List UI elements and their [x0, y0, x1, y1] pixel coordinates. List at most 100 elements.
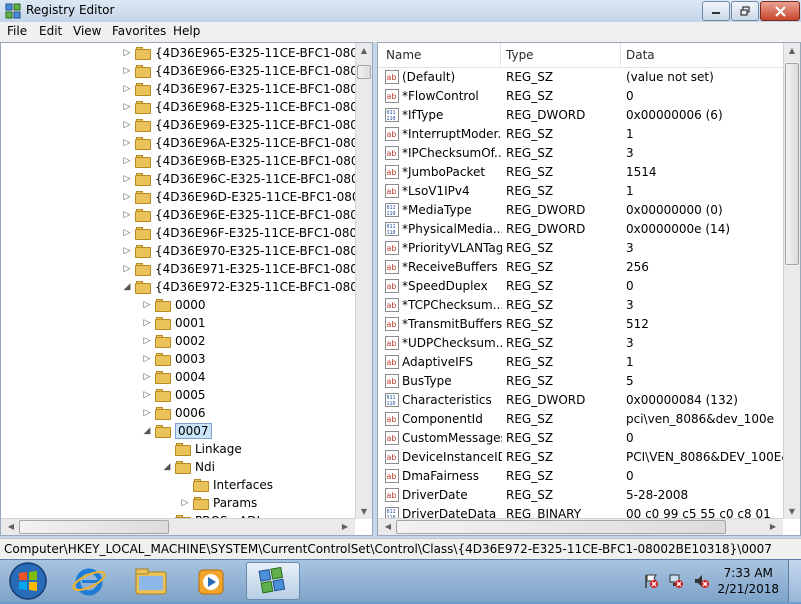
- volume-muted-icon[interactable]: [693, 573, 709, 589]
- list-hscroll-thumb[interactable]: [396, 520, 726, 534]
- tree-node-subkey[interactable]: ▷ 0006: [141, 404, 206, 422]
- tree-node-selected[interactable]: ◢ 0007: [141, 422, 212, 440]
- expand-arrow-icon[interactable]: ▷: [121, 174, 133, 184]
- menu-file[interactable]: File: [7, 24, 27, 38]
- expand-arrow-icon[interactable]: ▷: [141, 318, 153, 328]
- value-row[interactable]: ab *TCPChecksum... REG_SZ 3: [378, 296, 785, 315]
- scroll-down-icon[interactable]: ▼: [784, 507, 800, 516]
- expand-arrow-icon[interactable]: ▷: [121, 228, 133, 238]
- expand-arrow-icon[interactable]: ▷: [141, 372, 153, 382]
- tree-node-class-key[interactable]: ▷ {4D36E96B-E325-11CE-BFC1-08002BE1: [121, 152, 372, 170]
- expand-arrow-icon[interactable]: ▷: [121, 120, 133, 130]
- value-row[interactable]: 011 110 *IfType REG_DWORD 0x00000006 (6): [378, 106, 785, 125]
- close-button[interactable]: [760, 1, 800, 21]
- collapse-arrow-icon[interactable]: ◢: [141, 426, 153, 436]
- value-row[interactable]: ab *UDPChecksum... REG_SZ 3: [378, 334, 785, 353]
- expand-arrow-icon[interactable]: ▷: [141, 390, 153, 400]
- expand-arrow-icon[interactable]: ▷: [121, 192, 133, 202]
- action-center-flag-icon[interactable]: [643, 573, 659, 589]
- value-row[interactable]: ab *JumboPacket REG_SZ 1514: [378, 163, 785, 182]
- value-row[interactable]: ab DeviceInstanceID REG_SZ PCI\VEN_8086&DEV…: [378, 448, 785, 467]
- restore-button[interactable]: [731, 1, 759, 21]
- value-row[interactable]: 011 110 *PhysicalMedia... REG_DWORD 0x000000…: [378, 220, 785, 239]
- expand-arrow-icon[interactable]: ▷: [141, 408, 153, 418]
- value-row[interactable]: 011 110 Characteristics REG_DWORD 0x00000084…: [378, 391, 785, 410]
- taskbar-internet-explorer[interactable]: [62, 562, 116, 600]
- expand-arrow-icon[interactable]: ▷: [121, 246, 133, 256]
- expand-arrow-icon[interactable]: ▷: [121, 138, 133, 148]
- list-horizontal-scrollbar[interactable]: ◀ ▶: [378, 518, 783, 535]
- expand-arrow-icon[interactable]: ▷: [121, 102, 133, 112]
- scroll-down-icon[interactable]: ▼: [356, 507, 372, 516]
- scroll-left-icon[interactable]: ◀: [3, 522, 19, 531]
- column-divider[interactable]: [620, 43, 621, 67]
- value-row[interactable]: ab *TransmitBuffers REG_SZ 512: [378, 315, 785, 334]
- value-row[interactable]: ab *IPChecksumOf... REG_SZ 3: [378, 144, 785, 163]
- expand-arrow-icon[interactable]: ▷: [141, 300, 153, 310]
- tree-node-class-key[interactable]: ▷ {4D36E969-E325-11CE-BFC1-08002BE1: [121, 116, 372, 134]
- tree-node-interfaces[interactable]: Interfaces: [179, 476, 273, 494]
- value-row[interactable]: ab *LsoV1IPv4 REG_SZ 1: [378, 182, 785, 201]
- list-vscroll-thumb[interactable]: [785, 63, 799, 265]
- scroll-left-icon[interactable]: ◀: [380, 522, 396, 531]
- list-vertical-scrollbar[interactable]: ▲ ▼: [783, 43, 800, 519]
- expand-arrow-icon[interactable]: ▷: [121, 48, 133, 58]
- scroll-right-icon[interactable]: ▶: [765, 522, 781, 531]
- value-row[interactable]: ab DriverDate REG_SZ 5-28-2008: [378, 486, 785, 505]
- tree-node-subkey[interactable]: ▷ 0005: [141, 386, 206, 404]
- value-row[interactable]: ab *InterruptModer... REG_SZ 1: [378, 125, 785, 144]
- tree-vertical-scrollbar[interactable]: ▲ ▼: [355, 43, 372, 519]
- tree-node-class-key[interactable]: ▷ {4D36E96A-E325-11CE-BFC1-08002BE1: [121, 134, 372, 152]
- tree-node-ndi[interactable]: ◢ Ndi: [161, 458, 215, 476]
- value-row[interactable]: ab (Default) REG_SZ (value not set): [378, 68, 785, 87]
- menu-help[interactable]: Help: [173, 24, 200, 38]
- value-row[interactable]: ab CustomMessages REG_SZ 0: [378, 429, 785, 448]
- value-row[interactable]: ab BusType REG_SZ 5: [378, 372, 785, 391]
- value-row[interactable]: ab AdaptiveIFS REG_SZ 1: [378, 353, 785, 372]
- value-row[interactable]: ab *FlowControl REG_SZ 0: [378, 87, 785, 106]
- value-row[interactable]: 011 110 *MediaType REG_DWORD 0x00000000 (0): [378, 201, 785, 220]
- expand-arrow-icon[interactable]: ▷: [121, 156, 133, 166]
- expand-arrow-icon[interactable]: ▷: [121, 66, 133, 76]
- minimize-button[interactable]: [702, 1, 730, 21]
- expand-arrow-icon[interactable]: ▷: [141, 354, 153, 364]
- column-divider[interactable]: [500, 43, 501, 67]
- column-header-name[interactable]: Name: [386, 48, 421, 62]
- system-clock[interactable]: 7:33 AM 2/21/2018: [717, 565, 779, 597]
- tree-node-class-key[interactable]: ▷ {4D36E96C-E325-11CE-BFC1-08002BE1: [121, 170, 372, 188]
- expand-arrow-icon[interactable]: ▷: [141, 336, 153, 346]
- menu-favorites[interactable]: Favorites: [112, 24, 166, 38]
- tree-node-class-key[interactable]: ▷ {4D36E966-E325-11CE-BFC1-08002BE1: [121, 62, 372, 80]
- tree-node-class-key[interactable]: ◢ {4D36E972-E325-11CE-BFC1-08002BE1: [121, 278, 372, 296]
- title-bar[interactable]: Registry Editor: [0, 0, 801, 22]
- tree-node-class-key[interactable]: ▷ {4D36E96E-E325-11CE-BFC1-08002BE1: [121, 206, 372, 224]
- expand-arrow-icon[interactable]: ▷: [121, 84, 133, 94]
- collapse-arrow-icon[interactable]: ◢: [161, 462, 173, 472]
- column-header-data[interactable]: Data: [626, 48, 655, 62]
- tree-hscroll-thumb[interactable]: [19, 520, 169, 534]
- tree-node-subkey[interactable]: ▷ 0000: [141, 296, 206, 314]
- scroll-up-icon[interactable]: ▲: [356, 46, 372, 55]
- value-row[interactable]: ab *SpeedDuplex REG_SZ 0: [378, 277, 785, 296]
- tree-node-class-key[interactable]: ▷ {4D36E965-E325-11CE-BFC1-08002BE1: [121, 44, 372, 62]
- tree-node-class-key[interactable]: ▷ {4D36E971-E325-11CE-BFC1-08002BE1: [121, 260, 372, 278]
- menu-edit[interactable]: Edit: [39, 24, 62, 38]
- tree-node-class-key[interactable]: ▷ {4D36E968-E325-11CE-BFC1-08002BE1: [121, 98, 372, 116]
- expand-arrow-icon[interactable]: ▷: [121, 264, 133, 274]
- expand-arrow-icon[interactable]: ▷: [121, 210, 133, 220]
- collapse-arrow-icon[interactable]: ◢: [121, 282, 133, 292]
- menu-view[interactable]: View: [73, 24, 101, 38]
- tree-node-params[interactable]: ▷ Params: [179, 494, 258, 512]
- taskbar-registry-editor[interactable]: [246, 562, 300, 600]
- taskbar-file-explorer[interactable]: [124, 562, 178, 600]
- tree-node-class-key[interactable]: ▷ {4D36E967-E325-11CE-BFC1-08002BE1: [121, 80, 372, 98]
- column-header-type[interactable]: Type: [506, 48, 534, 62]
- value-row[interactable]: ab *PriorityVLANTag REG_SZ 3: [378, 239, 785, 258]
- taskbar-media-player[interactable]: [184, 562, 238, 600]
- start-button[interactable]: [8, 561, 48, 601]
- value-row[interactable]: ab DmaFairness REG_SZ 0: [378, 467, 785, 486]
- tree-node-subkey[interactable]: ▷ 0003: [141, 350, 206, 368]
- value-row[interactable]: ab *ReceiveBuffers REG_SZ 256: [378, 258, 785, 277]
- expand-arrow-icon[interactable]: ▷: [179, 498, 191, 508]
- tree-vscroll-thumb[interactable]: [357, 65, 371, 79]
